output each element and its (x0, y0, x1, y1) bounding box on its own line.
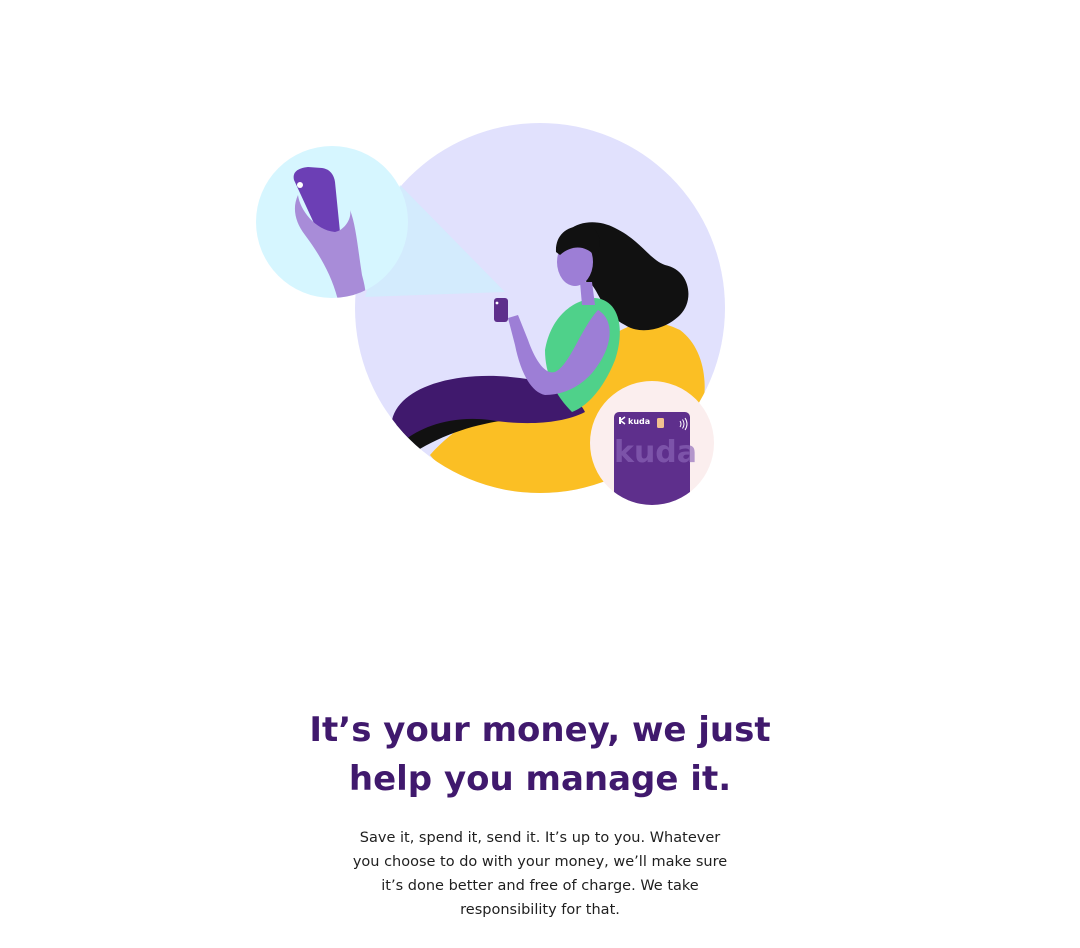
hero-illustration: kuda kuda (256, 123, 725, 505)
card-brand-label: kuda (628, 417, 650, 426)
hero-description: Save it, spend it, send it. It’s up to y… (352, 830, 728, 918)
chip-icon (657, 418, 664, 428)
kuda-card-icon: kuda kuda (614, 412, 697, 505)
card-watermark: kuda (614, 435, 697, 470)
hero-headline: It’s your money, we just help you manage… (309, 710, 771, 799)
